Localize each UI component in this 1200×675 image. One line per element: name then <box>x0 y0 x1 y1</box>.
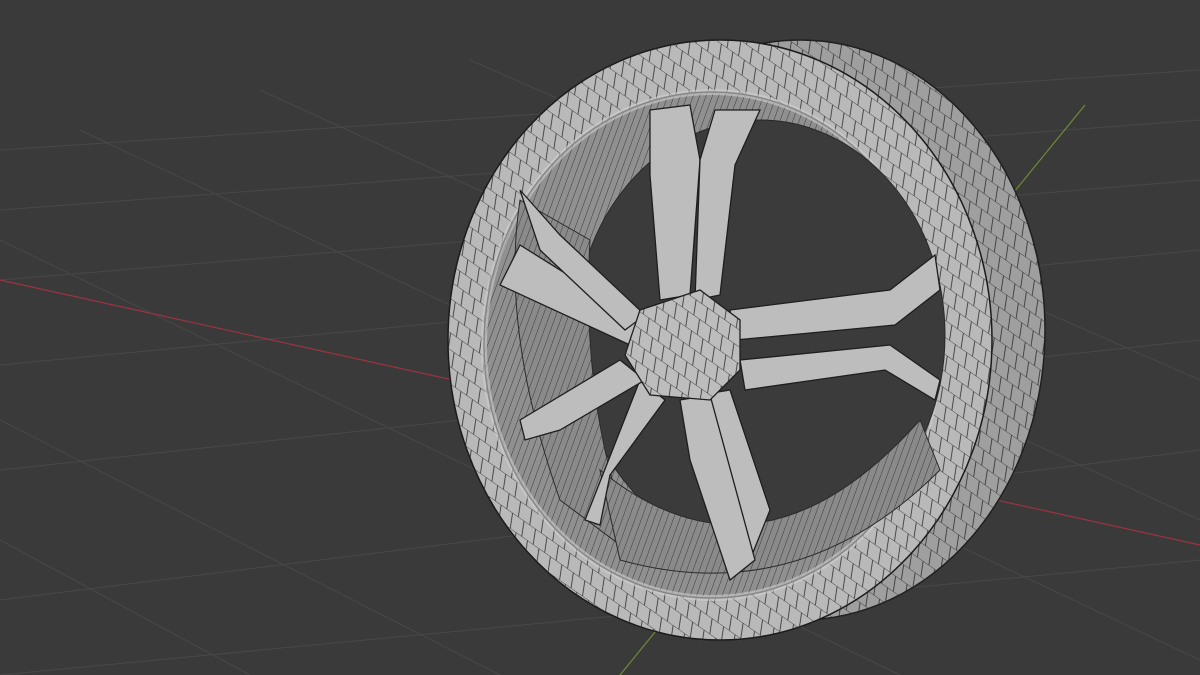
3d-viewport[interactable] <box>0 0 1200 675</box>
viewport-canvas[interactable] <box>0 0 1200 675</box>
wheel-rim-model[interactable] <box>447 39 1046 641</box>
